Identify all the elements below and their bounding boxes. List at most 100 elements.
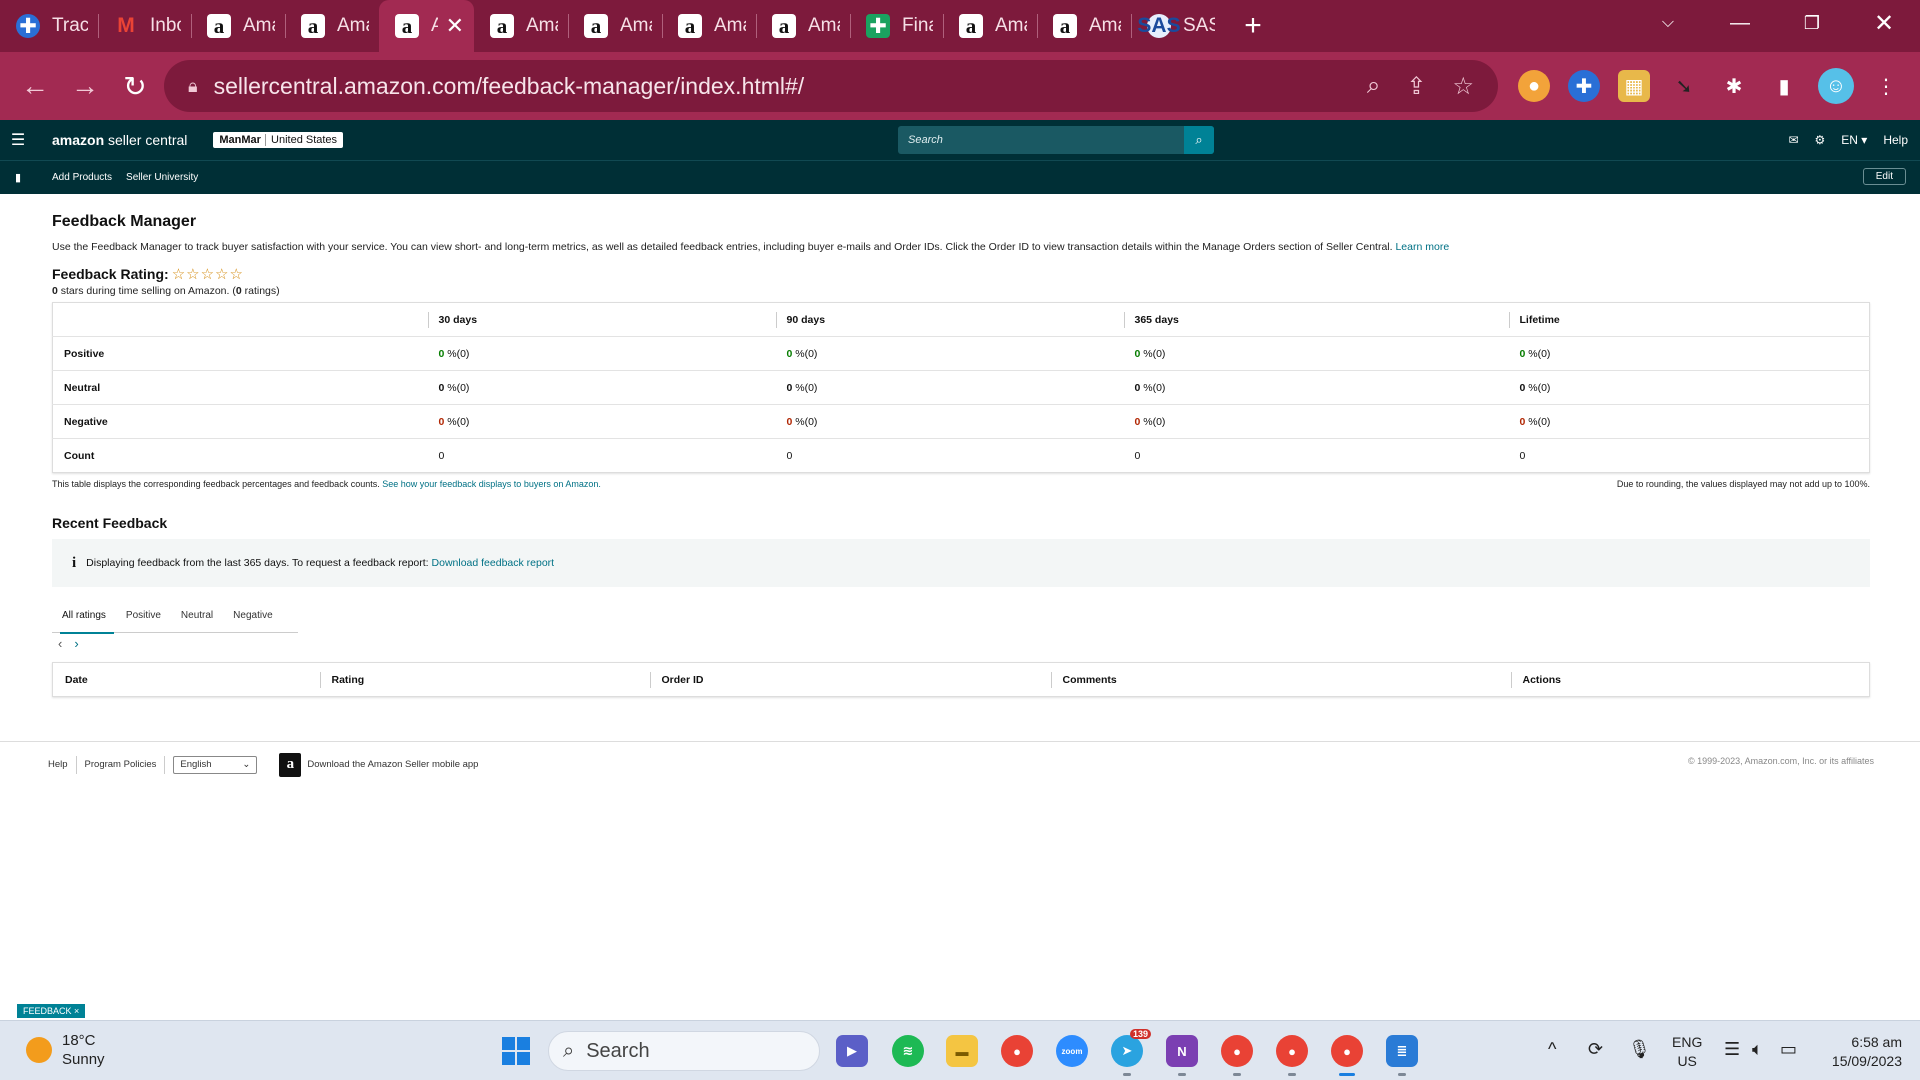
- feedback-tag-button[interactable]: FEEDBACK ×: [17, 1004, 86, 1018]
- messages-icon[interactable]: ✉: [1788, 133, 1798, 147]
- filter-tab-all-ratings[interactable]: All ratings: [52, 599, 116, 634]
- browser-tab[interactable]: a Amazo: [662, 0, 756, 52]
- chrome-profile-photo-icon[interactable]: ●: [1276, 1035, 1308, 1076]
- taskbar-search[interactable]: ⌕ Search: [548, 1031, 820, 1071]
- back-button[interactable]: ←: [10, 61, 60, 111]
- profile-avatar[interactable]: ☺: [1818, 68, 1854, 104]
- chrome-menu-icon[interactable]: ⋮: [1870, 70, 1902, 102]
- microphone-icon[interactable]: 🎙︎: [1628, 1039, 1651, 1060]
- onenote-icon[interactable]: N: [1166, 1035, 1198, 1076]
- seller-app-icon[interactable]: a: [279, 752, 302, 777]
- extension-arrow-icon[interactable]: ➘: [1668, 70, 1700, 102]
- prev-page-icon[interactable]: ‹: [58, 636, 62, 651]
- col-comments[interactable]: Comments: [1050, 663, 1511, 697]
- browser-tab[interactable]: a Amazo: [285, 0, 379, 52]
- chrome-profile-c-icon[interactable]: ●: [1221, 1035, 1253, 1076]
- browser-tab[interactable]: a Amazo: [474, 0, 568, 52]
- extension-honey-icon[interactable]: ▦: [1618, 70, 1650, 102]
- next-page-icon[interactable]: ›: [74, 636, 78, 651]
- wifi-icon[interactable]: ☰: [1724, 1039, 1740, 1060]
- volume-icon[interactable]: 🔈︎: [1752, 1039, 1763, 1060]
- minimize-button[interactable]: —: [1704, 0, 1776, 46]
- battery-icon[interactable]: ▭: [1780, 1039, 1797, 1060]
- side-panel-icon[interactable]: ▮: [1768, 70, 1800, 102]
- chrome-active-icon[interactable]: ●: [1331, 1035, 1363, 1076]
- program-policies-link[interactable]: Program Policies: [85, 759, 157, 770]
- footer-language-select[interactable]: English ⌄: [173, 755, 258, 774]
- col-date[interactable]: Date: [53, 663, 320, 697]
- extensions-puzzle-icon[interactable]: ✱: [1718, 70, 1750, 102]
- cell-suffix: %(0): [792, 415, 818, 428]
- learn-more-link[interactable]: Learn more: [1395, 241, 1449, 253]
- download-report-link[interactable]: Download feedback report: [432, 557, 555, 569]
- browser-tab[interactable]: a Amazo: [1037, 0, 1131, 52]
- browser-tab[interactable]: M Inbox -: [98, 0, 191, 52]
- reload-button[interactable]: ↻: [110, 61, 160, 111]
- system-clock[interactable]: 6:58 am 15/09/2023: [1832, 1033, 1902, 1071]
- cell-suffix: %(0): [1140, 381, 1166, 394]
- gmail-icon: M: [117, 14, 135, 37]
- footer-help-link[interactable]: Help: [48, 759, 68, 770]
- restore-button[interactable]: ❐: [1776, 0, 1848, 46]
- settings-gear-icon[interactable]: ⚙: [1815, 133, 1826, 147]
- browser-tab[interactable]: a Amazo: [943, 0, 1037, 52]
- pagination: ‹ ›: [52, 636, 1870, 651]
- zoom-icon[interactable]: ⌕: [1367, 72, 1380, 101]
- browser-tab[interactable]: a Amazo: [191, 0, 285, 52]
- browser-tab[interactable]: a Amazo: [756, 0, 850, 52]
- share-icon[interactable]: ⇪: [1406, 72, 1426, 101]
- help-link[interactable]: Help: [1883, 133, 1908, 147]
- col-order-id[interactable]: Order ID: [649, 663, 1051, 697]
- chrome-icon[interactable]: ●: [1001, 1035, 1033, 1067]
- windows-start-icon[interactable]: [502, 1037, 530, 1065]
- browser-tab[interactable]: ✚ Financ: [850, 0, 943, 52]
- teams-icon[interactable]: ▶: [836, 1035, 868, 1067]
- file-explorer-icon[interactable]: ▬: [946, 1035, 978, 1067]
- search-icon[interactable]: ⌕: [1184, 126, 1214, 154]
- nav-seller-university[interactable]: Seller University: [126, 172, 198, 183]
- zoom-icon[interactable]: zoom: [1056, 1035, 1088, 1067]
- address-bar[interactable]: 🔒︎ sellercentral.amazon.com/feedback-man…: [164, 60, 1498, 112]
- notepad-icon[interactable]: ≣: [1386, 1035, 1418, 1076]
- hamburger-menu-icon[interactable]: ☰: [0, 130, 36, 150]
- tray-overflow-icon[interactable]: ^: [1548, 1039, 1556, 1060]
- new-tab-button[interactable]: +: [1225, 0, 1281, 52]
- edit-button[interactable]: Edit: [1862, 168, 1906, 185]
- language-selector[interactable]: EN ▾: [1841, 133, 1867, 147]
- seller-search-input[interactable]: [898, 134, 1184, 146]
- col-rating[interactable]: Rating: [319, 663, 650, 697]
- filter-tab-neutral[interactable]: Neutral: [171, 599, 223, 633]
- browser-tab[interactable]: ✚ Trackin: [0, 0, 98, 52]
- bookmark-icon[interactable]: ▮: [0, 171, 36, 184]
- close-tab-icon[interactable]: ✕: [438, 13, 464, 39]
- intro-body: Use the Feedback Manager to track buyer …: [52, 241, 1393, 253]
- forward-button[interactable]: →: [60, 61, 110, 111]
- telegram-icon[interactable]: ➤ 139: [1111, 1029, 1151, 1076]
- nav-add-products[interactable]: Add Products: [52, 172, 112, 183]
- amazon-icon: a: [584, 14, 608, 38]
- browser-tab[interactable]: aAm✕: [379, 0, 474, 52]
- col-actions[interactable]: Actions: [1510, 663, 1870, 697]
- store-switcher[interactable]: ManMar United States: [213, 132, 344, 148]
- buyer-display-link[interactable]: See how your feedback displays to buyers…: [382, 479, 601, 489]
- sync-icon[interactable]: ⟳: [1588, 1039, 1603, 1060]
- lock-icon[interactable]: 🔒︎: [188, 76, 198, 97]
- tab-search-chevron-icon[interactable]: ⌵: [1632, 0, 1704, 46]
- extension-color-icon[interactable]: ●: [1518, 70, 1550, 102]
- extension-tracking-icon[interactable]: ✚: [1568, 70, 1600, 102]
- seller-central-logo[interactable]: amazon seller central: [52, 132, 187, 148]
- bookmark-star-icon[interactable]: ☆: [1452, 72, 1474, 101]
- browser-tab[interactable]: SASSAS St: [1131, 0, 1225, 52]
- lang-top: ENG: [1672, 1034, 1703, 1050]
- filter-tab-negative[interactable]: Negative: [223, 599, 282, 633]
- filter-tab-positive[interactable]: Positive: [116, 599, 171, 633]
- spotify-icon[interactable]: ≋: [892, 1035, 924, 1067]
- download-app-link[interactable]: Download the Amazon Seller mobile app: [307, 759, 478, 770]
- url-text[interactable]: sellercentral.amazon.com/feedback-manage…: [214, 73, 805, 100]
- browser-tab[interactable]: a Amazo: [568, 0, 662, 52]
- close-window-button[interactable]: ✕: [1848, 0, 1920, 46]
- weather-widget[interactable]: 18°C Sunny: [26, 1031, 105, 1069]
- amazon-icon: a: [772, 14, 796, 38]
- input-language[interactable]: ENG US: [1672, 1033, 1702, 1071]
- tab-title: Trackin: [52, 15, 88, 36]
